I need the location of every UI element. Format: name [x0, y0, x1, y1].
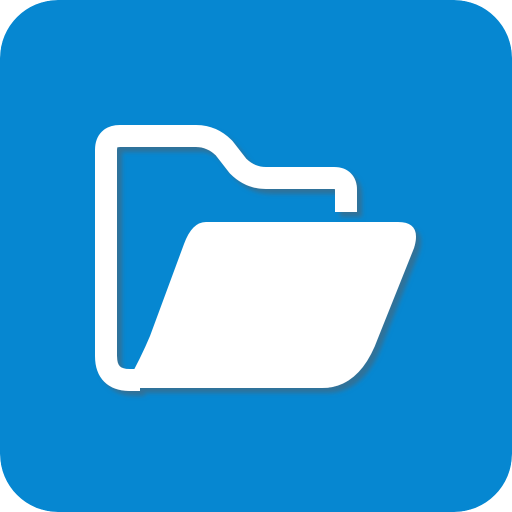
- app-icon[interactable]: [0, 0, 512, 512]
- folder-open-icon: [0, 0, 512, 512]
